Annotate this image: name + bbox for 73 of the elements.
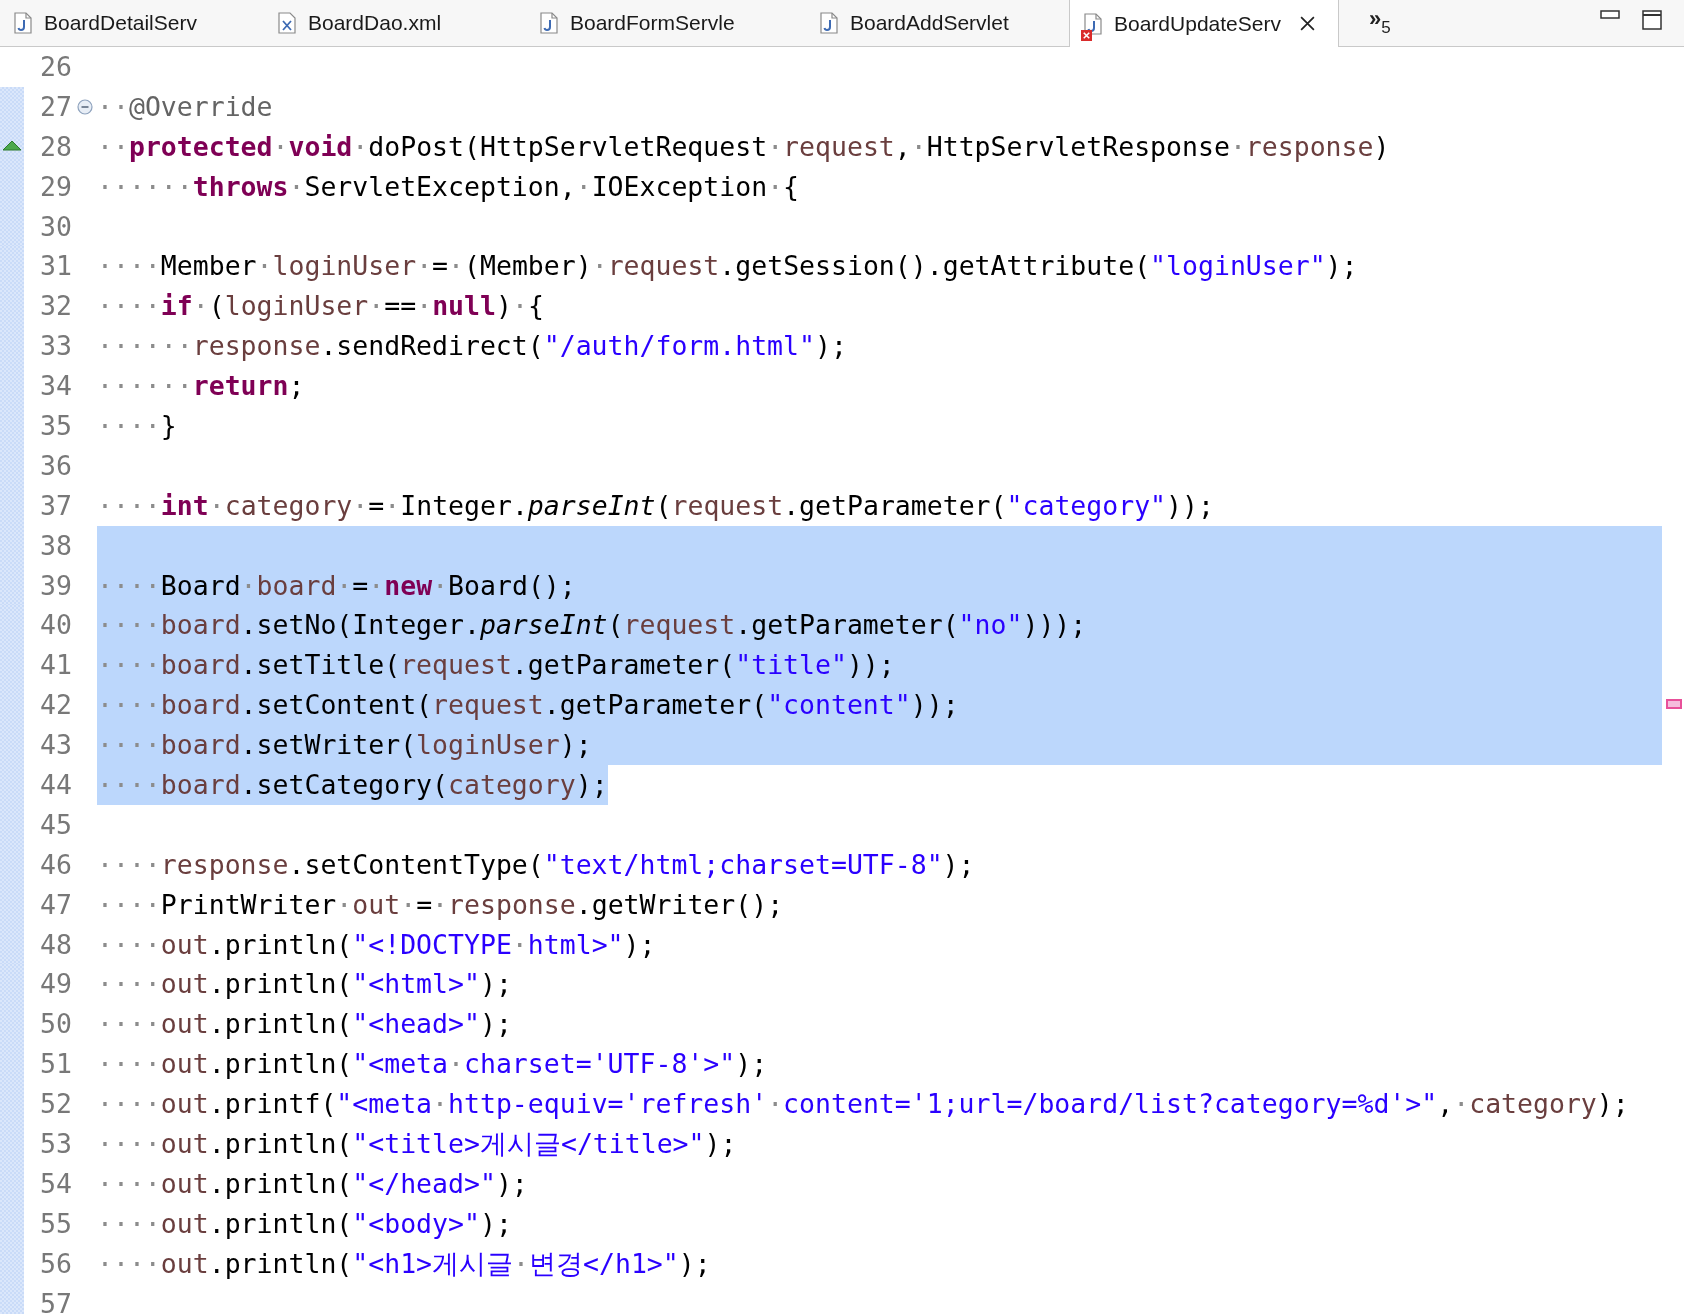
code-line: ····out.println("<body>"); xyxy=(97,1206,512,1241)
code-line: ····int·category·=·Integer.parseInt(request.getParameter("category")); xyxy=(97,488,1214,523)
code-line: ······throws·ServletException,·IOException·{ xyxy=(97,169,800,204)
code-line: ····Board·board·=·new·Board(); xyxy=(97,568,576,603)
overview-ruler-mark[interactable] xyxy=(1666,699,1682,710)
line-number: 38 xyxy=(39,528,72,563)
code-line: ····out.println("<h1>게시글·변경</h1>"); xyxy=(97,1246,711,1281)
line-number: 41 xyxy=(39,648,72,683)
code-line: ····board.setNo(Integer.parseInt(request.getParameter("no"))); xyxy=(97,608,1087,643)
code-line: ····board.setWriter(loginUser); xyxy=(97,728,592,763)
line-number: 28 xyxy=(39,129,72,164)
line-number: 54 xyxy=(39,1166,72,1201)
line-number: 44 xyxy=(39,768,72,803)
file-icon xyxy=(1084,12,1102,35)
line-number: 51 xyxy=(39,1047,72,1082)
editor-tab[interactable]: BoardAddServlet xyxy=(792,0,1069,46)
code-line: ····response.setContentType("text/html;charset=UTF-8"); xyxy=(97,847,975,882)
line-number: 32 xyxy=(39,289,72,324)
code-line: ····if·(loginUser·==·null)·{ xyxy=(97,289,544,324)
code-line: ······return; xyxy=(97,369,305,404)
file-icon xyxy=(540,12,558,34)
line-number: 50 xyxy=(39,1007,72,1042)
line-number: 36 xyxy=(39,448,72,483)
line-number: 37 xyxy=(39,488,72,523)
line-number: 46 xyxy=(39,847,72,882)
line-number: 45 xyxy=(39,807,72,842)
line-number: 31 xyxy=(39,249,72,284)
code-line: ··protected·void·doPost(HttpServletRequest·request,·HttpServletResponse·response) xyxy=(97,129,1390,164)
file-icon xyxy=(278,12,296,34)
line-number: 52 xyxy=(39,1087,72,1122)
line-number: 39 xyxy=(39,568,72,603)
code-line: ····out.println("</head>"); xyxy=(97,1166,528,1201)
minimize-icon[interactable] xyxy=(1600,10,1620,20)
code-line: ····out.println("<head>"); xyxy=(97,1007,512,1042)
line-number: 40 xyxy=(39,608,72,643)
code-line: ····out.println("<!DOCTYPE·html>"); xyxy=(97,927,656,962)
line-number: 48 xyxy=(39,927,72,962)
line-number: 55 xyxy=(39,1206,72,1241)
line-number: 27 xyxy=(39,89,72,124)
line-number: 34 xyxy=(39,369,72,404)
maximize-icon[interactable] xyxy=(1642,10,1662,30)
code-line: ····PrintWriter·out·=·response.getWriter(); xyxy=(97,887,784,922)
code-line: ··@Override xyxy=(97,89,273,124)
code-line: ······response.sendRedirect("/auth/form.html"); xyxy=(97,329,847,364)
error-icon xyxy=(1081,29,1092,41)
editor-tab[interactable]: BoardFormServle xyxy=(512,0,792,46)
line-number: 49 xyxy=(39,967,72,1002)
line-number: 43 xyxy=(39,728,72,763)
line-number: 56 xyxy=(39,1246,72,1281)
line-number: 35 xyxy=(39,409,72,443)
line-number: 53 xyxy=(39,1127,72,1162)
line-number: 42 xyxy=(39,688,72,723)
code-line: ····out.println("<meta·charset='UTF-8'>"); xyxy=(97,1047,768,1082)
file-icon xyxy=(820,12,838,34)
code-line: ····out.printf("<meta·http-equiv='refresh'·content='1;url=/board/list?category=%d'>",·category); xyxy=(97,1087,1629,1122)
code-line: ····out.println("<title>게시글</title>"); xyxy=(97,1127,737,1162)
code-line: ····board.setTitle(request.getParameter("title")); xyxy=(97,648,895,683)
editor-tab[interactable]: BoardDao.xml xyxy=(250,0,512,46)
code-line: ····} xyxy=(97,409,177,443)
line-number: 29 xyxy=(39,169,72,204)
line-number: 57 xyxy=(39,1286,72,1314)
code-line: ····board.setContent(request.getParameter("content")); xyxy=(97,688,959,723)
code-line: ····Member·loginUser·=·(Member)·request.getSession().getAttribute("loginUser"); xyxy=(97,249,1358,284)
line-number: 30 xyxy=(39,209,72,244)
collapse-icon[interactable] xyxy=(76,98,93,115)
close-icon[interactable] xyxy=(1298,15,1316,32)
line-number: 47 xyxy=(39,887,72,922)
line-number: 33 xyxy=(39,329,72,364)
code-line: ····out.println("<html>"); xyxy=(97,967,512,1002)
editor-tab[interactable]: BoardUpdateServ xyxy=(1069,0,1339,47)
line-number: 26 xyxy=(39,50,72,84)
file-icon xyxy=(14,12,32,34)
editor-tab[interactable]: BoardDetailServ xyxy=(0,0,250,46)
